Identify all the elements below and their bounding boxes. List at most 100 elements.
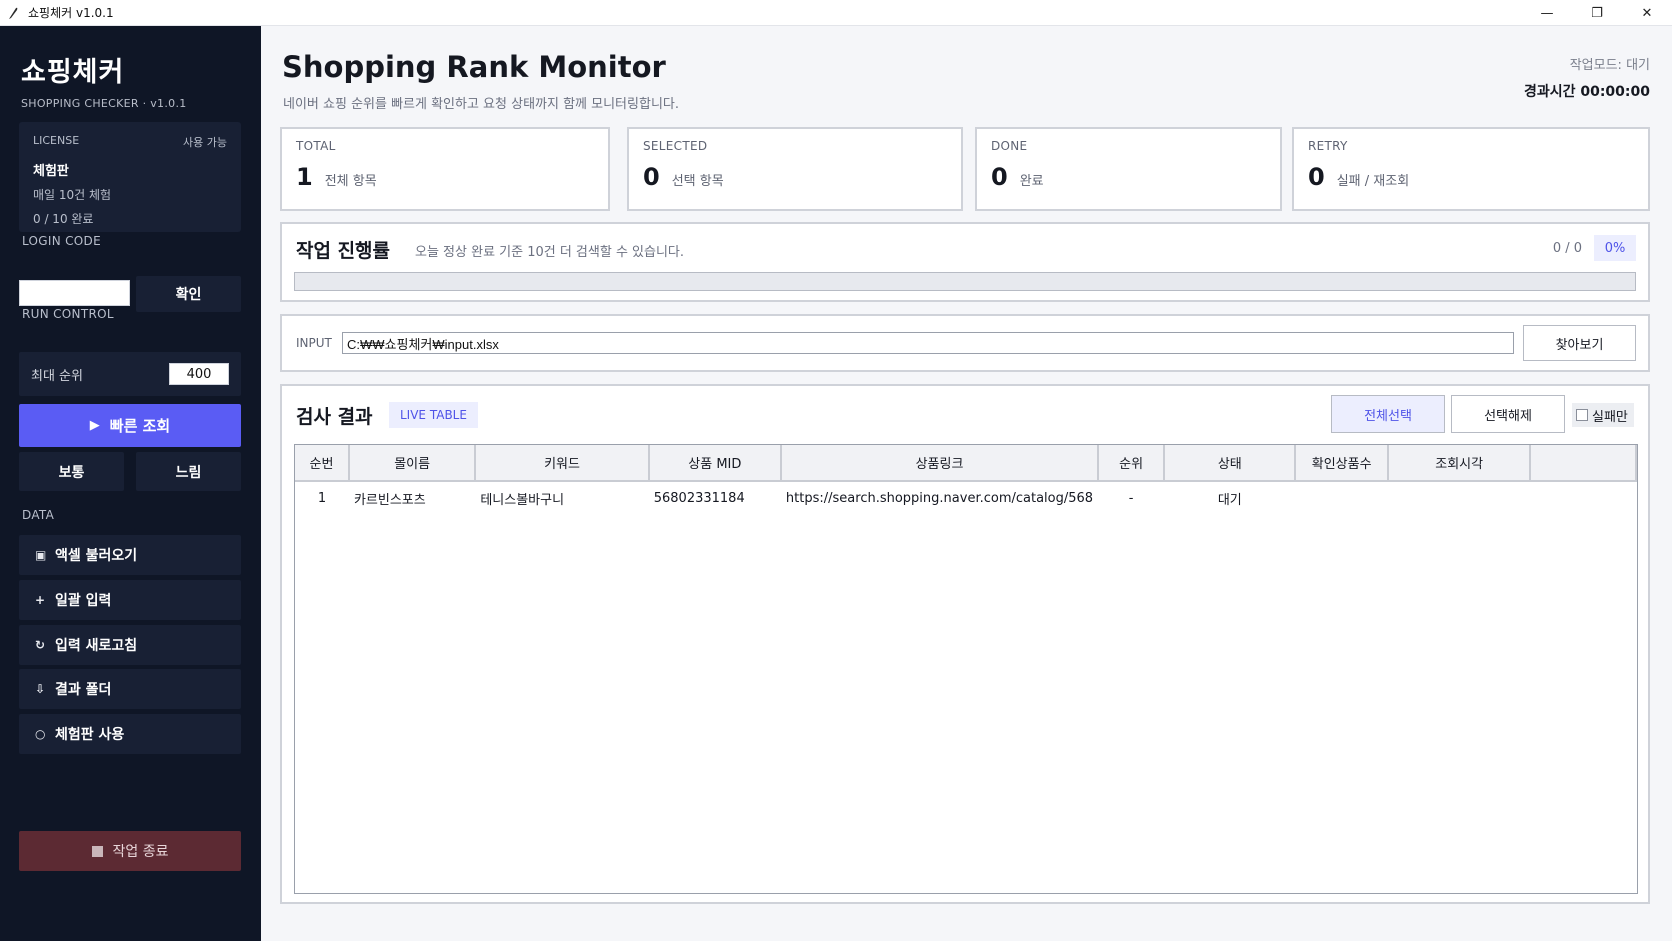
trial-use-button[interactable]: ○ 체험판 사용 (19, 714, 241, 754)
progress-panel: 작업 진행률 오늘 정상 완료 기준 10건 더 검색할 수 있습니다. 0 /… (280, 222, 1650, 302)
stat-desc: 실패 / 재조회 (1336, 174, 1410, 189)
column-header[interactable]: 조회시각 (1387, 445, 1532, 482)
stat-retry: RETRY 0 실패 / 재조회 (1292, 127, 1650, 211)
minimize-button[interactable]: — (1522, 0, 1572, 26)
stat-label: SELECTED (643, 139, 708, 153)
results-table[interactable]: 순번 몰이름 키워드 상품 MID 상품링크 순위 상태 확인상품수 조회시각 (294, 444, 1638, 894)
stat-desc: 완료 (1019, 174, 1044, 189)
progress-title: 작업 진행률 (296, 240, 391, 262)
column-header[interactable]: 상품링크 (780, 445, 1100, 482)
trial-use-label: 체험판 사용 (55, 727, 125, 743)
table-cell: 테니스볼바구니 (480, 493, 565, 508)
stat-label: DONE (991, 139, 1028, 153)
max-rank-label: 최대 순위 (31, 368, 83, 384)
stat-value: 0 (643, 163, 660, 191)
table-cell: 1 (317, 491, 327, 506)
window-title: 쇼핑체커 v1.0.1 (28, 6, 114, 20)
input-label: INPUT (296, 336, 332, 350)
work-mode: 작업모드: 대기 (1569, 58, 1650, 73)
title-bar: 쇼핑체커 v1.0.1 — ❐ ✕ (0, 0, 1672, 26)
login-code-input[interactable] (19, 280, 130, 306)
fail-only-checkbox[interactable]: 실패만 (1572, 403, 1634, 427)
deselect-button[interactable]: 선택해제 (1451, 395, 1565, 433)
column-header[interactable]: 키워드 (475, 445, 650, 482)
column-header[interactable] (1530, 445, 1637, 482)
play-icon: ▶ (89, 418, 100, 433)
stat-total: TOTAL 1 전체 항목 (280, 127, 610, 211)
brand-subtitle: SHOPPING CHECKER · v1.0.1 (21, 97, 187, 110)
table-cell: 카르빈스포츠 (353, 493, 426, 508)
main-content: Shopping Rank Monitor 네이버 쇼핑 순위를 빠르게 확인하… (261, 26, 1672, 941)
close-button[interactable]: ✕ (1622, 0, 1672, 26)
column-header[interactable]: 순번 (295, 445, 350, 482)
normal-speed-button[interactable]: 보통 (19, 452, 124, 491)
table-cell (1530, 481, 1636, 515)
stat-label: TOTAL (296, 139, 336, 153)
refresh-icon: ↻ (35, 638, 46, 652)
page-subtitle: 네이버 쇼핑 순위를 빠르게 확인하고 요청 상태까지 함께 모니터링합니다. (283, 97, 679, 112)
bulk-input-label: 일괄 입력 (55, 593, 112, 609)
result-folder-label: 결과 폴더 (55, 682, 112, 698)
confirm-button[interactable]: 확인 (136, 276, 241, 312)
progress-percent: 0% (1594, 235, 1636, 261)
table-cell: - (1128, 491, 1134, 506)
live-table-badge: LIVE TABLE (389, 402, 478, 428)
progress-bar (294, 272, 1636, 291)
results-title: 검사 결과 (296, 406, 373, 428)
stat-value: 0 (991, 163, 1008, 191)
checkbox-box[interactable] (1576, 409, 1588, 421)
end-task-button[interactable]: 작업 종료 (19, 831, 241, 871)
refresh-input-button[interactable]: ↻ 입력 새로고침 (19, 625, 241, 665)
stat-done: DONE 0 완료 (975, 127, 1282, 211)
table-cell: https://search.shopping.naver.com/catalo… (785, 491, 1094, 506)
app-feather-icon (9, 7, 18, 19)
brand: 쇼핑체커 SHOPPING CHECKER · v1.0.1 (21, 50, 187, 110)
results-panel: 검사 결과 LIVE TABLE 전체선택 선택해제 실패만 순번 몰이름 키워… (280, 384, 1650, 904)
stat-value: 0 (1308, 163, 1325, 191)
input-path-field[interactable] (342, 332, 1514, 354)
plus-icon: + (35, 593, 46, 607)
table-row[interactable]: 1 카르빈스포츠 테니스볼바구니 56802331184 https://sea… (295, 481, 1636, 515)
browse-button[interactable]: 찾아보기 (1523, 325, 1636, 361)
download-icon: ⇩ (35, 682, 46, 696)
max-rank-input[interactable]: 400 (169, 363, 229, 385)
refresh-input-label: 입력 새로고침 (55, 638, 138, 654)
stat-desc: 전체 항목 (324, 174, 377, 189)
input-panel: INPUT 찾아보기 (280, 314, 1650, 372)
table-header-row: 순번 몰이름 키워드 상품 MID 상품링크 순위 상태 확인상품수 조회시각 (295, 445, 1637, 482)
column-header[interactable]: 몰이름 (348, 445, 477, 482)
column-header[interactable]: 순위 (1098, 445, 1166, 482)
load-excel-button[interactable]: ▣ 액셀 불러오기 (19, 535, 241, 575)
end-task-label: 작업 종료 (112, 844, 169, 860)
restore-button[interactable]: ❐ (1572, 0, 1622, 26)
column-header[interactable]: 상태 (1164, 445, 1297, 482)
column-header[interactable]: 상품 MID (648, 445, 782, 482)
login-code-label: LOGIN CODE (22, 234, 101, 248)
result-folder-button[interactable]: ⇩ 결과 폴더 (19, 669, 241, 709)
stop-icon (91, 845, 103, 857)
fail-only-label: 실패만 (1592, 409, 1628, 425)
elapsed-time: 경과시간 00:00:00 (1523, 84, 1650, 100)
table-cell: 56802331184 (653, 491, 745, 506)
table-cell (1295, 481, 1387, 515)
select-all-button[interactable]: 전체선택 (1331, 395, 1445, 433)
license-card: LICENSE 사용 가능 체험판 매일 10건 체험 0 / 10 완료 (19, 122, 241, 232)
data-label: DATA (22, 508, 55, 522)
license-status: 사용 가능 (183, 136, 227, 149)
bulk-input-button[interactable]: + 일괄 입력 (19, 580, 241, 620)
stat-value: 1 (296, 163, 313, 191)
load-excel-label: 액셀 불러오기 (55, 548, 138, 564)
column-header[interactable]: 확인상품수 (1295, 445, 1389, 482)
circle-icon: ○ (35, 727, 46, 741)
stat-selected: SELECTED 0 선택 항목 (627, 127, 963, 211)
page-title: Shopping Rank Monitor (282, 50, 666, 84)
table-cell (1388, 481, 1531, 515)
license-plan: 체험판 (33, 164, 69, 179)
run-control-label: RUN CONTROL (22, 307, 114, 321)
progress-note: 오늘 정상 완료 기준 10건 더 검색할 수 있습니다. (415, 245, 685, 260)
table-cell: 대기 (1217, 493, 1242, 508)
fast-search-label: 빠른 조회 (109, 417, 171, 435)
sidebar: 쇼핑체커 SHOPPING CHECKER · v1.0.1 LICENSE 사… (0, 26, 261, 941)
slow-speed-button[interactable]: 느림 (136, 452, 241, 491)
fast-search-button[interactable]: ▶ 빠른 조회 (19, 404, 241, 447)
